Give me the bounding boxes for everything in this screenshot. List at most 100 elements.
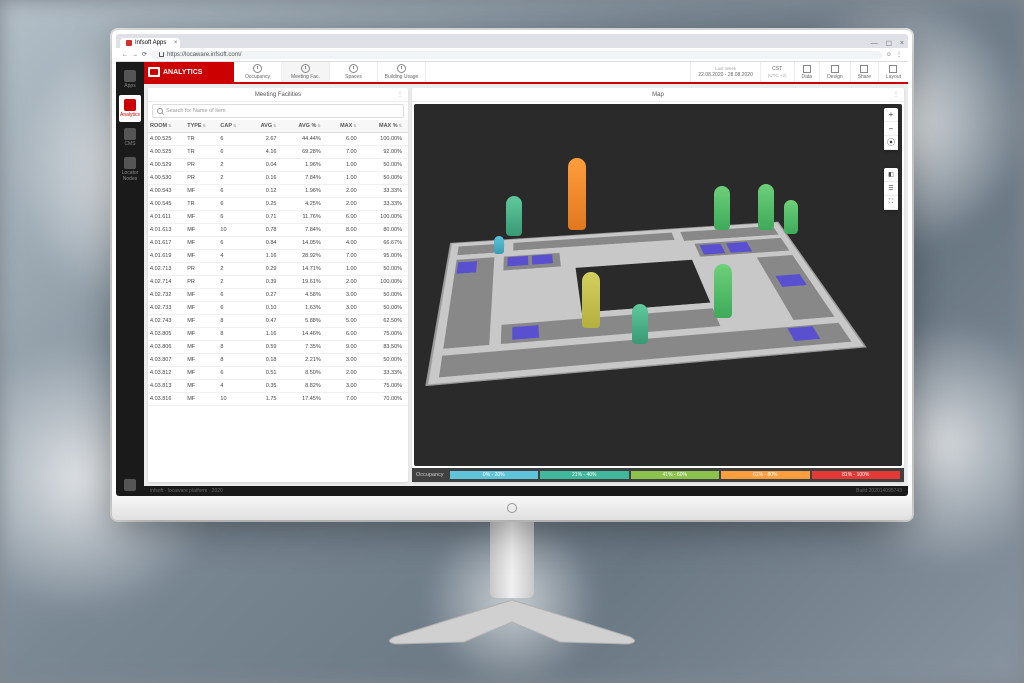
table-row[interactable]: 4.01.617MF60.8414.05%4.0066.67% <box>148 237 408 250</box>
table-row[interactable]: 4.03.816MF101.7517.45%7.0070.00% <box>148 393 408 406</box>
table-row[interactable]: 4.03.813MF40.358.82%3.0075.00% <box>148 380 408 393</box>
tab-title: Infsoft Apps <box>135 40 166 46</box>
timezone-picker[interactable]: CST (UTC +2) <box>760 62 794 82</box>
rail-item-locator[interactable]: Locator Nodes <box>119 153 141 186</box>
map-legend: Occupancy 0% - 20%21% - 40%41% - 60%61% … <box>412 468 904 482</box>
browser-tab[interactable]: Infsoft Apps × <box>120 38 180 48</box>
table-row[interactable]: 4.00.545TR60.254.25%2.0033.33% <box>148 198 408 211</box>
table-row[interactable]: 4.02.743MF80.475.88%5.0062.50% <box>148 315 408 328</box>
search-icon <box>157 108 163 114</box>
col-max-[interactable]: MAX %⇅ <box>363 120 408 133</box>
power-icon <box>507 503 517 513</box>
zoom-out-button[interactable]: − <box>884 122 898 136</box>
apps-icon <box>124 70 136 82</box>
monitor-bezel <box>112 496 912 520</box>
zoom-in-button[interactable]: + <box>884 108 898 122</box>
date-range-picker[interactable]: Last Week 22.08.2020 - 28.08.2020 <box>690 62 760 82</box>
panel-header: Meeting Facilities ⋮ <box>148 88 408 102</box>
sort-icon: ⇅ <box>353 123 356 128</box>
header-btn-design[interactable]: Design <box>819 62 850 82</box>
map-full-button[interactable]: ⛶ <box>884 196 898 210</box>
window-min-icon[interactable]: — <box>871 40 878 48</box>
brand-icon <box>148 67 160 77</box>
table-row[interactable]: 4.00.525TR62.6744.44%6.00100.00% <box>148 133 408 146</box>
col-type[interactable]: TYPE⇅ <box>185 120 218 133</box>
address-bar[interactable]: https://locaware.infsoft.com/ <box>151 51 882 59</box>
app-footer: infsoft · locaware platform · 2020 Build… <box>144 486 908 496</box>
table-row[interactable]: 4.01.619MF41.1628.92%7.0095.00% <box>148 250 408 263</box>
table-row[interactable]: 4.03.807MF80.182.21%3.0050.00% <box>148 354 408 367</box>
monitor-frame: Infsoft Apps × — ☐ × ← → ⟳ https://locaw… <box>112 30 912 520</box>
facilities-panel: Meeting Facilities ⋮ Search for Name of … <box>148 88 408 482</box>
header-tab-occupancy[interactable]: Occupancy <box>234 62 282 82</box>
browser-tab-strip: Infsoft Apps × — ☐ × <box>116 34 908 48</box>
panel-menu-icon[interactable]: ⋮ <box>397 91 403 98</box>
sort-icon: ⇅ <box>399 123 402 128</box>
table-row[interactable]: 4.00.529PR20.041.96%1.0050.00% <box>148 159 408 172</box>
browser-profile-icon[interactable]: ☺ <box>886 52 892 58</box>
window-max-icon[interactable]: ☐ <box>886 40 892 48</box>
rail-item-apps[interactable]: Apps <box>119 66 141 93</box>
lock-icon <box>159 52 164 57</box>
rail-item-cms[interactable]: CMS <box>119 124 141 151</box>
table-row[interactable]: 4.01.611MF60.7111.76%6.00100.00% <box>148 211 408 224</box>
table-row[interactable]: 4.00.543MF60.121.96%2.0033.33% <box>148 185 408 198</box>
clock-icon <box>301 64 310 73</box>
occupancy-cylinder <box>758 184 774 230</box>
table-row[interactable]: 4.03.812MF60.518.50%2.0033.33% <box>148 367 408 380</box>
occupancy-cylinder <box>784 200 798 234</box>
legend-segment: 0% - 20% <box>450 471 539 479</box>
table-row[interactable]: 4.03.805MF81.1614.46%6.0075.00% <box>148 328 408 341</box>
occupancy-cylinder <box>714 264 732 318</box>
col-avg[interactable]: AVG⇅ <box>248 120 283 133</box>
map-view-controls: ◧ ☰ ⛶ <box>884 168 898 210</box>
occupancy-cylinder <box>582 272 600 328</box>
table-row[interactable]: 4.02.733MF60.101.63%3.0050.00% <box>148 302 408 315</box>
map-3d-button[interactable]: ◧ <box>884 168 898 182</box>
search-input[interactable]: Search for Name of item <box>152 104 404 118</box>
design-icon <box>831 65 839 73</box>
col-cap[interactable]: CAP⇅ <box>218 120 247 133</box>
header-tab-spaces[interactable]: Spaces <box>330 62 378 82</box>
table-row[interactable]: 4.02.714PR20.3919.61%2.00100.00% <box>148 276 408 289</box>
table-row[interactable]: 4.00.530PR20.167.84%1.0050.00% <box>148 172 408 185</box>
url-text: https://locaware.infsoft.com/ <box>167 52 241 58</box>
rail-item-analytics[interactable]: Analytics <box>119 95 141 122</box>
map-panel: Map ⋮ + − ⦿ ◧ ☰ ⛶ <box>412 88 904 482</box>
browser-menu-icon[interactable]: ⋮ <box>896 51 902 58</box>
header-btn-data[interactable]: Data <box>794 62 820 82</box>
table-row[interactable]: 4.02.732MF60.274.58%3.0050.00% <box>148 289 408 302</box>
clock-icon <box>253 64 262 73</box>
col-max[interactable]: MAX⇅ <box>327 120 363 133</box>
map-layer-button[interactable]: ☰ <box>884 182 898 196</box>
map-reset-button[interactable]: ⦿ <box>884 136 898 150</box>
col-room[interactable]: ROOM⇅ <box>148 120 185 133</box>
search-placeholder: Search for Name of item <box>166 108 226 114</box>
browser-toolbar: ← → ⟳ https://locaware.infsoft.com/ ☺ ⋮ <box>116 48 908 62</box>
rail-item-logout[interactable] <box>119 475 141 496</box>
close-tab-icon[interactable]: × <box>174 40 178 46</box>
nav-reload-icon[interactable]: ⟳ <box>142 51 147 58</box>
col-avg-[interactable]: AVG %⇅ <box>282 120 326 133</box>
header-btn-share[interactable]: Share <box>850 62 878 82</box>
occupancy-cylinder <box>494 236 504 254</box>
table-row[interactable]: 4.02.713PR20.2914.71%1.0050.00% <box>148 263 408 276</box>
table-row[interactable]: 4.00.525TR64.1669.28%7.0092.00% <box>148 146 408 159</box>
panel-menu-icon[interactable]: ⋮ <box>893 91 899 98</box>
window-close-icon[interactable]: × <box>900 40 904 48</box>
table-row[interactable]: 4.01.613MF100.787.84%8.0080.00% <box>148 224 408 237</box>
logout-icon <box>124 479 136 491</box>
header-tab-meeting-fac-[interactable]: Meeting Fac. <box>282 62 330 82</box>
favicon <box>126 40 132 46</box>
map-zoom-controls: + − ⦿ <box>884 108 898 150</box>
map-3d[interactable]: + − ⦿ ◧ ☰ ⛶ <box>414 104 902 466</box>
header-tab-building-usage[interactable]: Building Usage <box>378 62 426 82</box>
facilities-table[interactable]: ROOM⇅TYPE⇅CAP⇅AVG⇅AVG %⇅MAX⇅MAX %⇅4.00.5… <box>148 120 408 482</box>
table-row[interactable]: 4.03.806MF80.597.35%9.0083.50% <box>148 341 408 354</box>
nav-fwd-icon[interactable]: → <box>132 52 138 58</box>
floor-plan <box>425 222 867 387</box>
header-btn-layout[interactable]: Layout <box>878 62 908 82</box>
legend-segment: 81% - 100% <box>812 471 901 479</box>
app-rail: Apps Analytics CMS Locator Nodes <box>116 62 144 496</box>
nav-back-icon[interactable]: ← <box>122 52 128 58</box>
